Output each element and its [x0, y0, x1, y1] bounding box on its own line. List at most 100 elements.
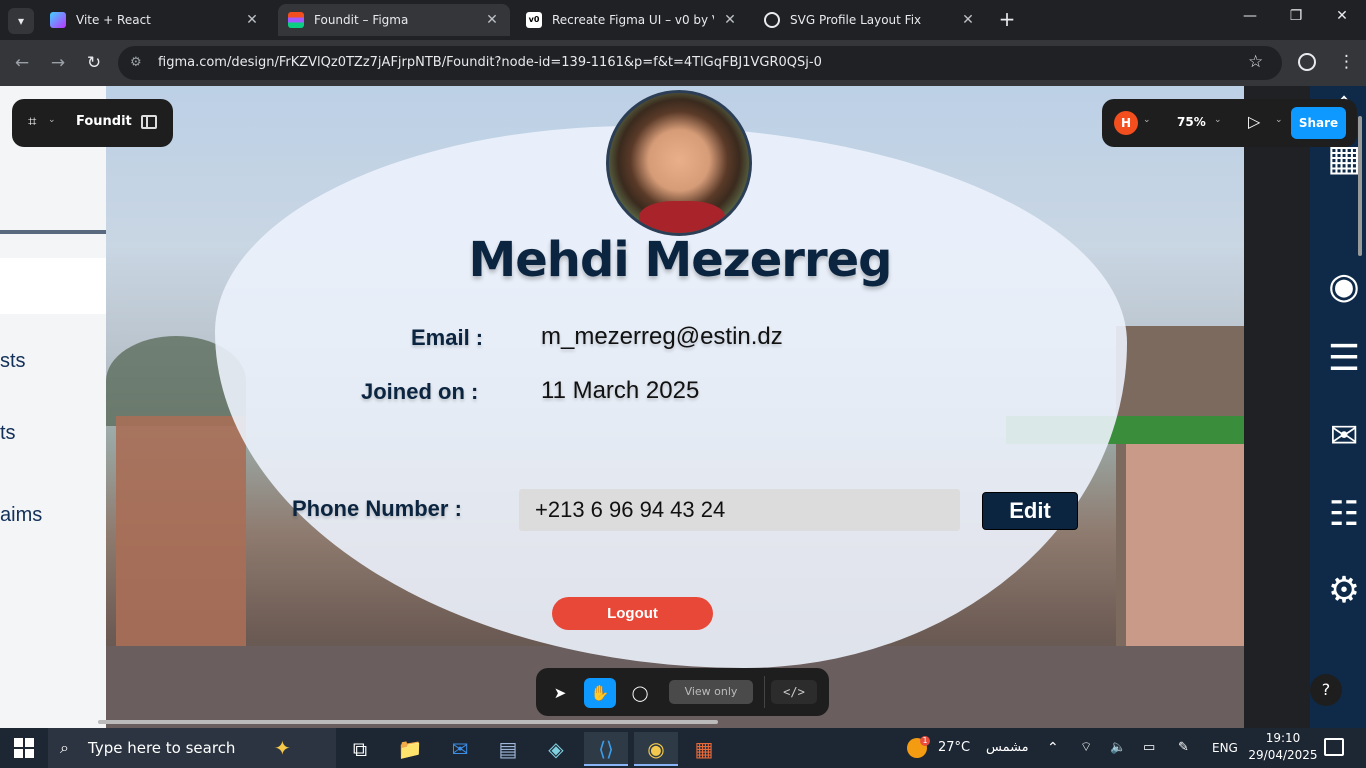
horizontal-scrollbar[interactable]: [98, 720, 718, 724]
vertical-scrollbar[interactable]: [1358, 116, 1362, 256]
tab-svg-profile[interactable]: SVG Profile Layout Fix ✕: [754, 4, 986, 36]
tab-vite-react[interactable]: Vite + React ✕: [40, 4, 270, 36]
tab-title: SVG Profile Layout Fix: [790, 13, 922, 27]
hand-tool-icon[interactable]: ✋: [584, 678, 616, 708]
left-frame-partial: sts ts aims: [0, 86, 106, 728]
divider: [0, 230, 106, 234]
search-icon: ⌕: [60, 738, 69, 757]
logout-button[interactable]: Logout: [552, 597, 713, 630]
volume-icon[interactable]: 🔈: [1110, 728, 1126, 768]
chevron-down-icon[interactable]: ⌄: [48, 115, 56, 125]
mail-icon[interactable]: ✉: [438, 732, 482, 766]
profile-icon[interactable]: [1298, 53, 1316, 71]
network-icon[interactable]: ⌔: [1080, 728, 1092, 768]
openai-favicon-icon: [764, 12, 780, 28]
support-icon[interactable]: ✉: [1322, 416, 1366, 456]
tab-list-button[interactable]: ▾: [8, 8, 34, 34]
tab-title: Recreate Figma UI – v0 by Verce: [552, 13, 714, 27]
figma-canvas[interactable]: sts ts aims ⌂ ▦ ◉ ☰ ✉ ☷ ⚙ Mehdi Mezerreg…: [0, 86, 1366, 728]
bookmark-star-icon[interactable]: ☆: [1248, 52, 1263, 72]
file-explorer-icon[interactable]: 📁: [388, 732, 432, 766]
divider: [764, 676, 765, 708]
weather-temp[interactable]: 27°C: [938, 728, 970, 768]
canvas-gap: [1244, 86, 1310, 728]
browser-menu-icon[interactable]: ⋮: [1338, 52, 1355, 72]
app-icon[interactable]: ◈: [534, 732, 578, 766]
windows-start-icon[interactable]: [14, 738, 34, 758]
share-button[interactable]: Share: [1291, 107, 1346, 139]
url-bar[interactable]: ⚙ figma.com/design/FrKZVlQz0TZz7jAFjrpNT…: [118, 46, 1282, 80]
battery-icon[interactable]: ▭: [1143, 728, 1155, 768]
forward-button[interactable]: →: [46, 52, 70, 74]
settings-icon[interactable]: ⚙: [1322, 570, 1366, 611]
new-tab-button[interactable]: +: [996, 8, 1018, 32]
toggle-panel-icon[interactable]: [141, 115, 157, 129]
store-icon[interactable]: ▦: [682, 732, 726, 766]
restore-button[interactable]: ❐: [1276, 8, 1316, 24]
profile-name: Mehdi Mezerreg: [468, 232, 892, 288]
minimize-button[interactable]: —: [1230, 8, 1270, 24]
sparkle-icon: ✦: [274, 736, 291, 760]
zoom-level[interactable]: 75%: [1177, 115, 1206, 129]
site-info-icon[interactable]: ⚙: [130, 55, 146, 71]
reload-button[interactable]: ↻: [82, 52, 106, 74]
window-close-button[interactable]: ✕: [1322, 8, 1362, 24]
weather-badge: 1: [920, 736, 930, 746]
avatar: [606, 90, 752, 236]
chrome-icon[interactable]: ◉: [634, 732, 678, 766]
vscode-icon[interactable]: ⟨⟩: [584, 732, 628, 766]
phone-label: Phone Number :: [292, 496, 462, 521]
avatar-shirt: [639, 201, 725, 233]
close-tab-icon[interactable]: ✕: [244, 12, 260, 28]
email-label: Email :: [411, 325, 484, 350]
present-play-icon[interactable]: ▷: [1248, 112, 1260, 131]
v0-favicon-icon: v0: [526, 12, 542, 28]
comment-tool-icon[interactable]: ◯: [624, 678, 656, 708]
list-icon[interactable]: ☰: [1322, 338, 1366, 379]
url-text: figma.com/design/FrKZVlQz0TZz7jAFjrpNTB/…: [158, 55, 822, 70]
language-indicator[interactable]: ENG: [1212, 728, 1238, 768]
figma-logo-icon[interactable]: ⌗: [28, 112, 36, 130]
close-tab-icon[interactable]: ✕: [722, 12, 738, 28]
menu-item-partial: sts: [0, 350, 26, 372]
vite-favicon-icon: [50, 12, 66, 28]
tab-title: Foundit – Figma: [314, 13, 409, 27]
clock-time: 19:10: [1265, 731, 1301, 745]
chevron-down-icon[interactable]: ⌄: [1214, 115, 1222, 125]
menu-item-partial: aims: [0, 504, 43, 526]
pen-icon[interactable]: ✎: [1178, 728, 1189, 768]
user-avatar[interactable]: H: [1114, 111, 1138, 135]
search-placeholder: Type here to search: [88, 739, 236, 757]
taskbar-search[interactable]: ⌕ Type here to search ✦: [48, 728, 336, 768]
notification-icon[interactable]: [1324, 738, 1344, 756]
windows-taskbar: ⌕ Type here to search ✦ ⧉ 📁 ✉ ▤ ◈ ⟨⟩ ◉ ▦…: [0, 728, 1366, 768]
dev-mode-button[interactable]: </>: [771, 680, 817, 704]
figma-share-toolbar: H ⌄ 75% ⌄ ▷ ⌄ Share: [1102, 99, 1357, 147]
menu-item-partial: ts: [0, 422, 16, 444]
close-tab-icon[interactable]: ✕: [960, 12, 976, 28]
weather-text[interactable]: مشمس: [986, 728, 1029, 768]
back-button[interactable]: ←: [10, 52, 34, 74]
joined-value: 11 March 2025: [541, 377, 700, 404]
tab-v0[interactable]: v0 Recreate Figma UI – v0 by Verce ✕: [516, 4, 748, 36]
user-icon[interactable]: ◉: [1322, 266, 1366, 307]
help-button[interactable]: ?: [1310, 674, 1342, 706]
task-view-icon[interactable]: ⧉: [338, 732, 382, 766]
browser-tab-bar: ▾ Vite + React ✕ Foundit – Figma ✕ v0 Re…: [0, 0, 1366, 40]
chevron-down-icon[interactable]: ⌄: [1143, 115, 1151, 125]
chevron-down-icon[interactable]: ⌄: [1275, 115, 1283, 125]
phone-field[interactable]: +213 6 96 94 43 24: [519, 489, 960, 531]
close-tab-icon[interactable]: ✕: [484, 12, 500, 28]
joined-label: Joined on :: [361, 379, 479, 404]
tab-title: Vite + React: [76, 13, 151, 27]
app-icon[interactable]: ▤: [486, 732, 530, 766]
clock[interactable]: 19:10 29/04/2025: [1247, 730, 1319, 764]
checklist-icon[interactable]: ☷: [1322, 494, 1366, 534]
move-tool-icon[interactable]: ➤: [544, 678, 576, 708]
view-only-badge: View only: [669, 680, 753, 704]
file-name[interactable]: Foundit: [76, 114, 132, 129]
figma-favicon-icon: [288, 12, 304, 28]
tab-foundit-figma[interactable]: Foundit – Figma ✕: [278, 4, 510, 36]
chevron-up-icon[interactable]: ⌃: [1047, 728, 1059, 768]
edit-button[interactable]: Edit: [982, 492, 1078, 530]
